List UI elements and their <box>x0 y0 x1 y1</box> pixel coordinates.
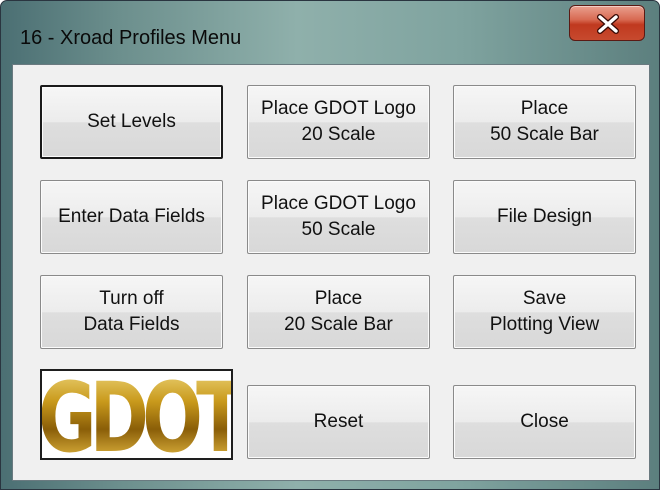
gdot-logo-graphic: GDOT <box>42 371 231 458</box>
close-x-icon <box>597 14 619 34</box>
gdot-logo: GDOT <box>40 369 233 460</box>
enter-data-fields-button[interactable]: Enter Data Fields <box>40 180 223 254</box>
set-levels-button[interactable]: Set Levels <box>40 85 223 159</box>
place-20-scale-bar-button[interactable]: Place 20 Scale Bar <box>247 275 430 349</box>
reset-button[interactable]: Reset <box>247 385 430 459</box>
title-bar[interactable]: 16 - Xroad Profiles Menu <box>1 1 659 63</box>
file-design-button[interactable]: File Design <box>453 180 636 254</box>
window-close-button[interactable] <box>569 5 645 41</box>
place-gdot-logo-20-scale-button[interactable]: Place GDOT Logo 20 Scale <box>247 85 430 159</box>
window-title: 16 - Xroad Profiles Menu <box>20 27 242 49</box>
gdot-logo-text: GDOT <box>42 371 231 458</box>
place-50-scale-bar-button[interactable]: Place 50 Scale Bar <box>453 85 636 159</box>
turn-off-data-fields-button[interactable]: Turn off Data Fields <box>40 275 223 349</box>
save-plotting-view-button[interactable]: Save Plotting View <box>453 275 636 349</box>
close-button[interactable]: Close <box>453 385 636 459</box>
place-gdot-logo-50-scale-button[interactable]: Place GDOT Logo 50 Scale <box>247 180 430 254</box>
